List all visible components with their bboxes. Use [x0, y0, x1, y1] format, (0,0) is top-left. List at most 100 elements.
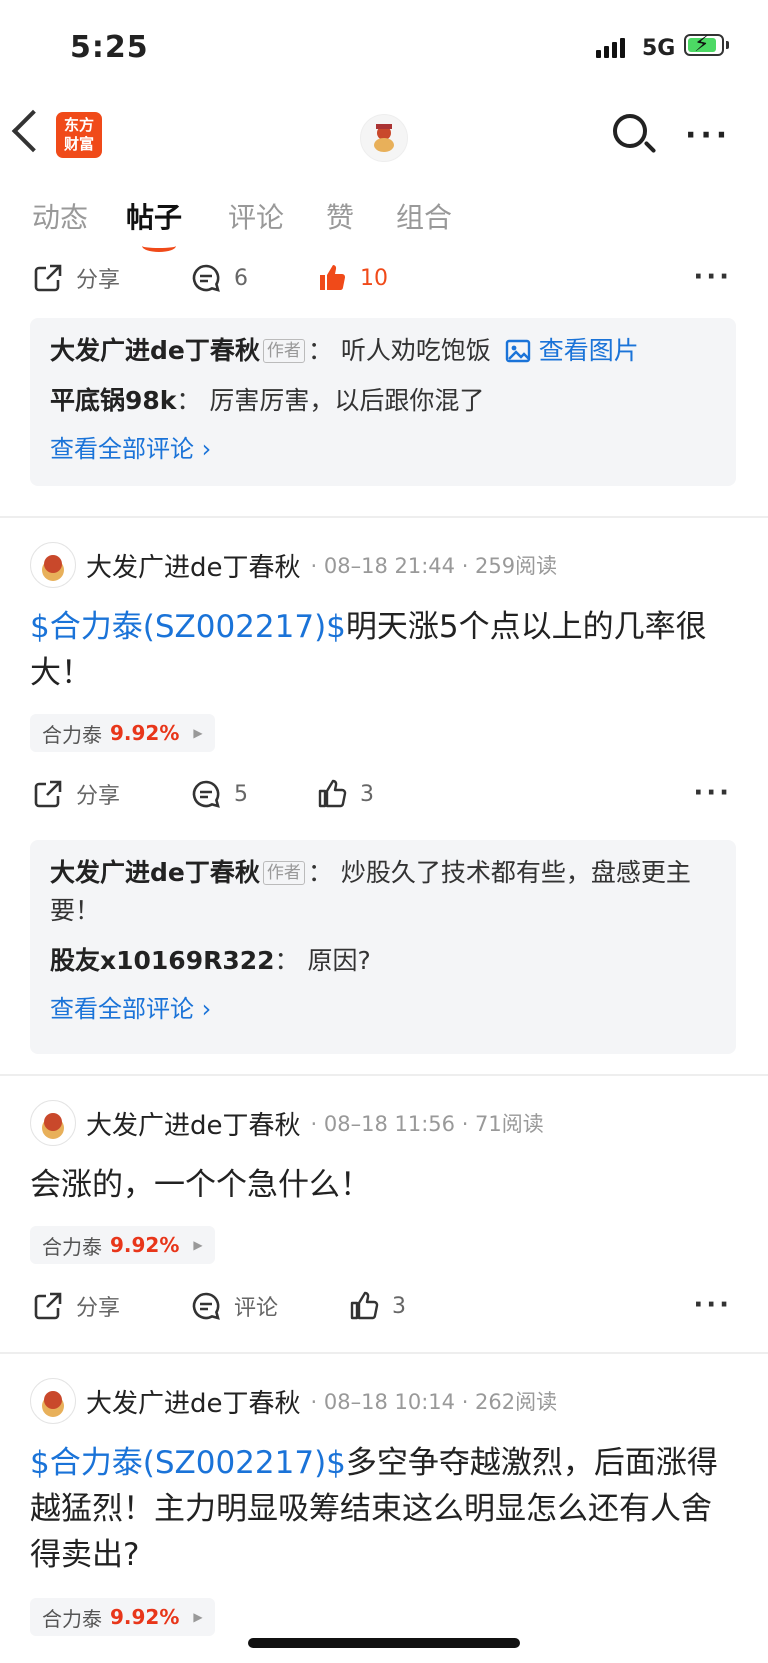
- comment-preview-item: 大发广进de丁春秋 作者： 炒股久了技术都有些，盘感更主要！: [50, 858, 691, 925]
- share-button[interactable]: 分享: [32, 778, 120, 810]
- post-meta: · 08–18 21:44 · 259阅读: [310, 554, 558, 578]
- play-arrow-icon: ▶: [193, 726, 203, 740]
- tab-indicator: [142, 240, 176, 252]
- author-badge: 作者: [262, 861, 305, 885]
- view-image-link[interactable]: 查看图片: [505, 336, 639, 365]
- tab-portfolio[interactable]: 组合: [396, 196, 452, 236]
- post-time: 08–18 21:44: [323, 554, 456, 578]
- read-count: 71阅读: [475, 1112, 544, 1136]
- comment-preview-box: 大发广进de丁春秋 作者： 听人劝吃饱饭 查看图片 平底锅98k： 厉害厉害，以后…: [30, 318, 736, 486]
- view-all-comments-link[interactable]: 查看全部评论 ›: [50, 992, 716, 1026]
- more-icon[interactable]: ···: [685, 118, 731, 153]
- share-label: 分享: [76, 1296, 121, 1321]
- tab-activity[interactable]: 动态: [32, 196, 88, 236]
- author-name[interactable]: 大发广进de丁春秋: [86, 547, 301, 584]
- commenter-name[interactable]: 大发广进de丁春秋: [50, 858, 260, 887]
- comment-button[interactable]: 6: [190, 262, 248, 294]
- search-icon-handle: [643, 140, 657, 154]
- post-content[interactable]: $合力泰(SZ002217)$多空争夺越激烈，后面涨得越猛烈！主力明显吸筹结束这…: [30, 1440, 730, 1578]
- battery-tip: [726, 41, 729, 49]
- comment-button[interactable]: 5: [190, 778, 248, 810]
- commenter-name[interactable]: 平底锅98k: [50, 386, 176, 415]
- post-header: 大发广进de丁春秋 · 08–18 21:44 · 259阅读: [30, 542, 557, 588]
- post-content[interactable]: 会涨的，一个个急什么！: [30, 1162, 730, 1208]
- post-time: 08–18 11:56: [323, 1112, 456, 1136]
- stock-change: 9.92%: [110, 721, 180, 745]
- stock-tag[interactable]: 合力泰 9.92% ▶: [30, 714, 215, 752]
- author-name[interactable]: 大发广进de丁春秋: [86, 1105, 301, 1142]
- post-divider: [0, 1074, 768, 1076]
- read-count: 262阅读: [475, 1390, 558, 1414]
- comment-preview-box: 大发广进de丁春秋 作者： 炒股久了技术都有些，盘感更主要！ 股友x10169R3…: [30, 840, 736, 1054]
- logo-line-2: 财富: [63, 135, 94, 153]
- signal-icon: [596, 38, 625, 58]
- avatar[interactable]: [30, 1100, 76, 1146]
- stock-name: 合力泰: [42, 1234, 102, 1259]
- stock-tag[interactable]: 合力泰 9.92% ▶: [30, 1226, 215, 1264]
- comment-preview-item: 股友x10169R322： 原因?: [50, 946, 371, 975]
- image-icon: [505, 339, 530, 363]
- like-count: 3: [360, 781, 374, 807]
- like-count: 10: [360, 265, 388, 291]
- view-all-label: 查看全部评论: [50, 435, 194, 463]
- comment-text: 原因?: [307, 946, 371, 975]
- comment-count: 5: [234, 781, 248, 807]
- post-more-icon[interactable]: ···: [693, 262, 732, 292]
- app-logo[interactable]: 东方 财富: [56, 112, 102, 158]
- comment-preview-item: 平底锅98k： 厉害厉害，以后跟你混了: [50, 386, 485, 415]
- author-badge: 作者: [262, 339, 305, 363]
- share-icon: [34, 264, 62, 292]
- network-label: 5G: [642, 36, 676, 61]
- commenter-name[interactable]: 股友x10169R322: [50, 946, 275, 975]
- comment-button[interactable]: 评论: [190, 1290, 278, 1322]
- search-icon[interactable]: [613, 114, 647, 148]
- avatar[interactable]: [30, 1378, 76, 1424]
- stock-change: 9.92%: [110, 1233, 180, 1257]
- thumbs-up-filled-icon: [320, 265, 346, 290]
- post-meta: · 08–18 10:14 · 262阅读: [310, 1390, 558, 1414]
- thumbs-up-icon: [350, 1291, 379, 1320]
- stock-link[interactable]: $合力泰(SZ002217)$: [30, 1445, 346, 1481]
- author-name[interactable]: 大发广进de丁春秋: [86, 1383, 301, 1420]
- stock-name: 合力泰: [42, 1606, 102, 1631]
- post-time: 08–18 10:14: [323, 1390, 456, 1414]
- status-time: 5:25: [70, 30, 149, 65]
- share-button[interactable]: 分享: [32, 262, 120, 294]
- logo-line-1: 东方: [63, 116, 94, 134]
- like-button[interactable]: 3: [348, 1290, 406, 1322]
- post-text: 会涨的，一个个急什么！: [30, 1167, 371, 1203]
- post-header: 大发广进de丁春秋 · 08–18 10:14 · 262阅读: [30, 1378, 557, 1424]
- thumbs-up-icon: [318, 779, 347, 808]
- user-avatar[interactable]: [360, 114, 408, 162]
- post-meta: · 08–18 11:56 · 71阅读: [310, 1112, 544, 1136]
- share-button[interactable]: 分享: [32, 1290, 120, 1322]
- post-more-icon[interactable]: ···: [693, 1290, 732, 1320]
- back-icon[interactable]: [11, 109, 55, 153]
- tab-likes[interactable]: 赞: [326, 196, 354, 236]
- tab-posts[interactable]: 帖子: [126, 196, 182, 236]
- share-label: 分享: [76, 784, 121, 809]
- read-count: 259阅读: [475, 554, 558, 578]
- share-icon: [34, 1292, 62, 1320]
- post-content[interactable]: $合力泰(SZ002217)$明天涨5个点以上的几率很大！: [30, 604, 730, 696]
- tab-comments[interactable]: 评论: [228, 196, 284, 236]
- commenter-name[interactable]: 大发广进de丁春秋: [50, 336, 260, 365]
- home-indicator[interactable]: [248, 1638, 520, 1648]
- post-more-icon[interactable]: ···: [693, 778, 732, 808]
- like-button[interactable]: 3: [316, 778, 374, 810]
- post-divider: [0, 1352, 768, 1354]
- stock-tag[interactable]: 合力泰 9.92% ▶: [30, 1598, 215, 1636]
- comment-preview-item: 大发广进de丁春秋 作者： 听人劝吃饱饭 查看图片: [50, 336, 639, 365]
- comment-count: 6: [234, 265, 248, 291]
- like-button[interactable]: 10: [316, 262, 388, 294]
- view-all-label: 查看全部评论: [50, 995, 194, 1023]
- stock-link[interactable]: $合力泰(SZ002217)$: [30, 609, 346, 645]
- avatar[interactable]: [30, 542, 76, 588]
- play-arrow-icon: ▶: [193, 1238, 203, 1252]
- share-label: 分享: [76, 268, 121, 293]
- post-header: 大发广进de丁春秋 · 08–18 11:56 · 71阅读: [30, 1100, 544, 1146]
- view-all-comments-link[interactable]: 查看全部评论 ›: [50, 432, 716, 466]
- comment-icon: [192, 264, 220, 292]
- post-divider: [0, 516, 768, 518]
- view-image-label: 查看图片: [538, 336, 639, 365]
